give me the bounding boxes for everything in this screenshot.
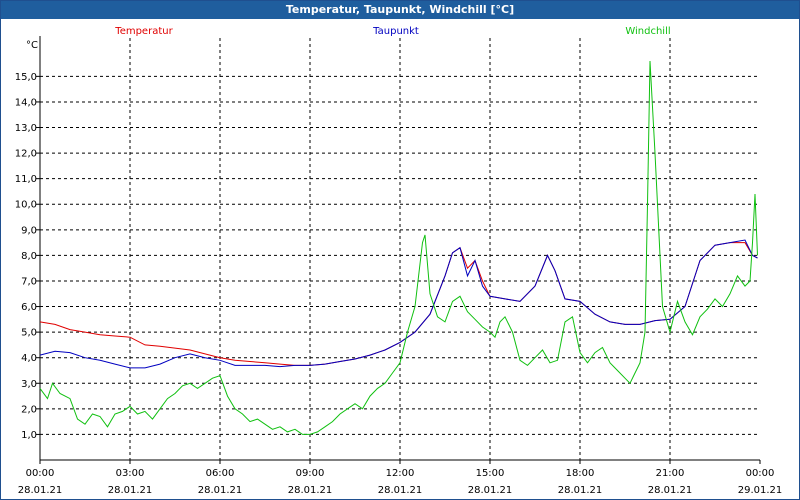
y-tick-label: 10,0	[15, 200, 37, 211]
y-axis-label: °C	[26, 40, 38, 51]
y-tick-label: 8,0	[21, 251, 37, 262]
x-tick-date: 29.01.21	[738, 485, 783, 496]
y-tick-label: 5,0	[21, 328, 37, 339]
x-tick-time: 12:00	[386, 468, 415, 479]
x-axis-ticks: 00:00 28.01.21 03:00 28.01.21 06:00 28.01.21 0…	[18, 460, 783, 496]
chart-legend: Temperatur Taupunkt Windchill	[114, 26, 670, 37]
y-tick-label: 1,0	[21, 430, 37, 441]
y-tick-label: 4,0	[21, 353, 37, 364]
x-tick-time: 00:00	[26, 468, 55, 479]
x-tick-date: 28.01.21	[198, 485, 243, 496]
y-tick-label: 7,0	[21, 276, 37, 287]
x-tick-time: 00:00	[746, 468, 775, 479]
x-tick-time: 18:00	[566, 468, 595, 479]
x-tick-date: 28.01.21	[378, 485, 423, 496]
chart-series	[39, 60, 758, 435]
x-tick-date: 28.01.21	[108, 485, 153, 496]
y-tick-label: 15,0	[15, 72, 37, 83]
series-line-windchill	[39, 60, 758, 435]
legend-windchill: Windchill	[625, 26, 670, 37]
series-line-temperatur	[39, 242, 758, 366]
x-tick-date: 28.01.21	[648, 485, 693, 496]
x-tick-time: 06:00	[206, 468, 235, 479]
x-tick-time: 21:00	[656, 468, 685, 479]
y-tick-label: 2,0	[21, 404, 37, 415]
y-tick-label: 12,0	[15, 149, 37, 160]
y-axis-ticks: 1,0 2,0 3,0 4,0 5,0 6,0 7,0 8,0 9,0 10,0 11,0 12,0 1…	[15, 72, 40, 441]
y-tick-label: 9,0	[21, 225, 37, 236]
legend-taupunkt: Taupunkt	[372, 26, 419, 37]
x-tick-time: 09:00	[296, 468, 325, 479]
y-tick-label: 3,0	[21, 379, 37, 390]
series-line-taupunkt	[39, 239, 758, 369]
y-tick-label: 11,0	[15, 174, 37, 185]
x-tick-time: 03:00	[116, 468, 145, 479]
x-tick-date: 28.01.21	[288, 485, 333, 496]
y-tick-label: 13,0	[15, 123, 37, 134]
x-tick-date: 28.01.21	[558, 485, 603, 496]
x-tick-date: 28.01.21	[18, 485, 63, 496]
y-tick-label: 6,0	[21, 302, 37, 313]
chart-canvas: 1,0 2,0 3,0 4,0 5,0 6,0 7,0 8,0 9,0 10,0 11,0 12,0 1…	[15, 26, 783, 496]
x-tick-date: 28.01.21	[468, 485, 513, 496]
legend-temperatur: Temperatur	[114, 26, 173, 37]
x-tick-time: 15:00	[476, 468, 505, 479]
y-tick-label: 14,0	[15, 97, 37, 108]
